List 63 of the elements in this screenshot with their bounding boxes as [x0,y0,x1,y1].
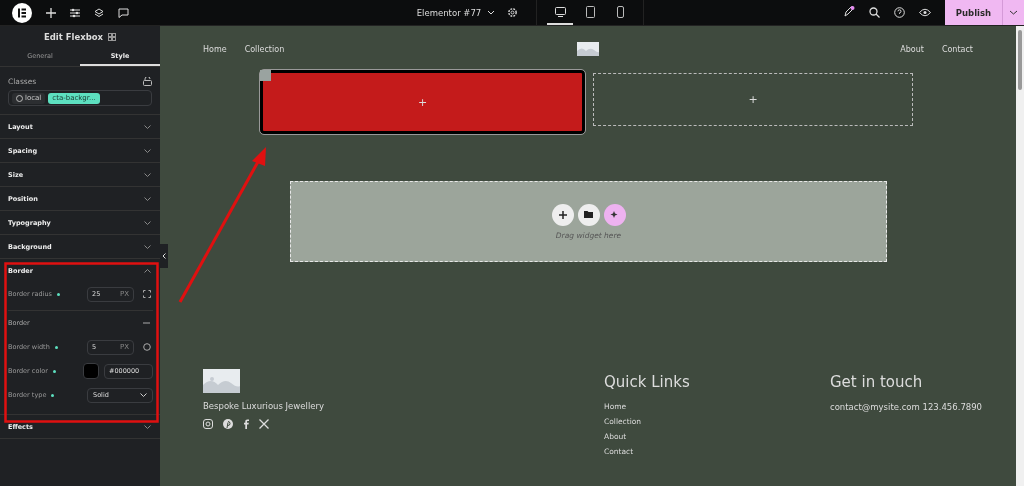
selected-container[interactable]: + [260,70,585,134]
layers-icon[interactable] [94,7,104,18]
nav-link[interactable]: Collection [244,44,285,54]
scrollbar[interactable] [1016,26,1024,486]
logo-placeholder-icon [203,369,240,393]
chevron-icon[interactable] [144,148,151,153]
chevron-icon[interactable] [144,220,151,225]
pin-icon [16,94,23,102]
chevron-icon [487,10,496,15]
nav-link[interactable]: About [900,44,924,54]
add-widget-button[interactable] [551,203,574,226]
status-dot [51,393,55,397]
add-element-icon[interactable]: + [748,93,758,106]
chevron-icon[interactable] [144,172,151,177]
empty-container[interactable]: + [593,73,913,126]
mobile-icon [616,5,624,18]
color-swatch[interactable] [83,363,99,379]
template-button[interactable] [577,203,600,226]
add-element-icon[interactable]: + [417,95,428,109]
footer-heading: Get in touch [830,373,924,391]
settings-icon[interactable] [507,7,519,18]
logo-placeholder-icon [577,42,599,56]
status-dot [52,369,56,373]
x-icon[interactable] [259,419,269,429]
chevron-icon[interactable] [144,124,151,129]
tablet-icon [585,5,595,18]
tagline: Bespoke Luxurious Jewellery [203,401,325,411]
container-handle-icon[interactable] [260,70,271,81]
chevron-icon[interactable] [144,196,151,201]
corners-icon[interactable] [143,290,151,298]
chevron-icon [1009,10,1018,15]
grid-icon[interactable] [108,33,117,41]
contact-info: contact@mysite.com 123.456.7890 [830,402,982,412]
logo-icon[interactable] [12,2,32,23]
chevron-icon [140,393,147,397]
panel-title: Edit Flexbox [43,32,104,42]
status-dot [56,292,60,296]
collapse-handle[interactable] [160,244,168,268]
pinterest-icon[interactable] [223,419,233,429]
facebook-icon[interactable] [243,419,249,429]
desktop-icon [554,6,566,17]
folder-icon [584,211,593,218]
chevron-icon [162,253,166,259]
status-dot [54,345,58,349]
search-icon[interactable] [869,7,880,18]
add-icon [558,210,567,219]
lock-icon[interactable] [143,77,152,86]
document-menu[interactable]: Elementor #77 [406,7,496,18]
chevron-icon[interactable] [144,244,151,249]
add-icon[interactable] [46,7,56,18]
chevron-icon[interactable] [144,268,151,273]
instagram-icon[interactable] [203,419,213,429]
sparkle-icon [610,210,619,219]
chevron-icon[interactable] [144,424,151,429]
comment-icon[interactable] [118,7,129,18]
nav-link[interactable]: Home [203,44,227,54]
settings-sliders-icon[interactable] [70,7,80,18]
eye-icon[interactable] [919,8,931,17]
nav-link[interactable]: Contact [941,44,973,54]
circle-icon[interactable] [143,343,151,351]
footer-heading: Quick Links [604,373,691,391]
publish-button[interactable]: Publish [945,0,1002,25]
help-icon[interactable] [894,7,905,18]
